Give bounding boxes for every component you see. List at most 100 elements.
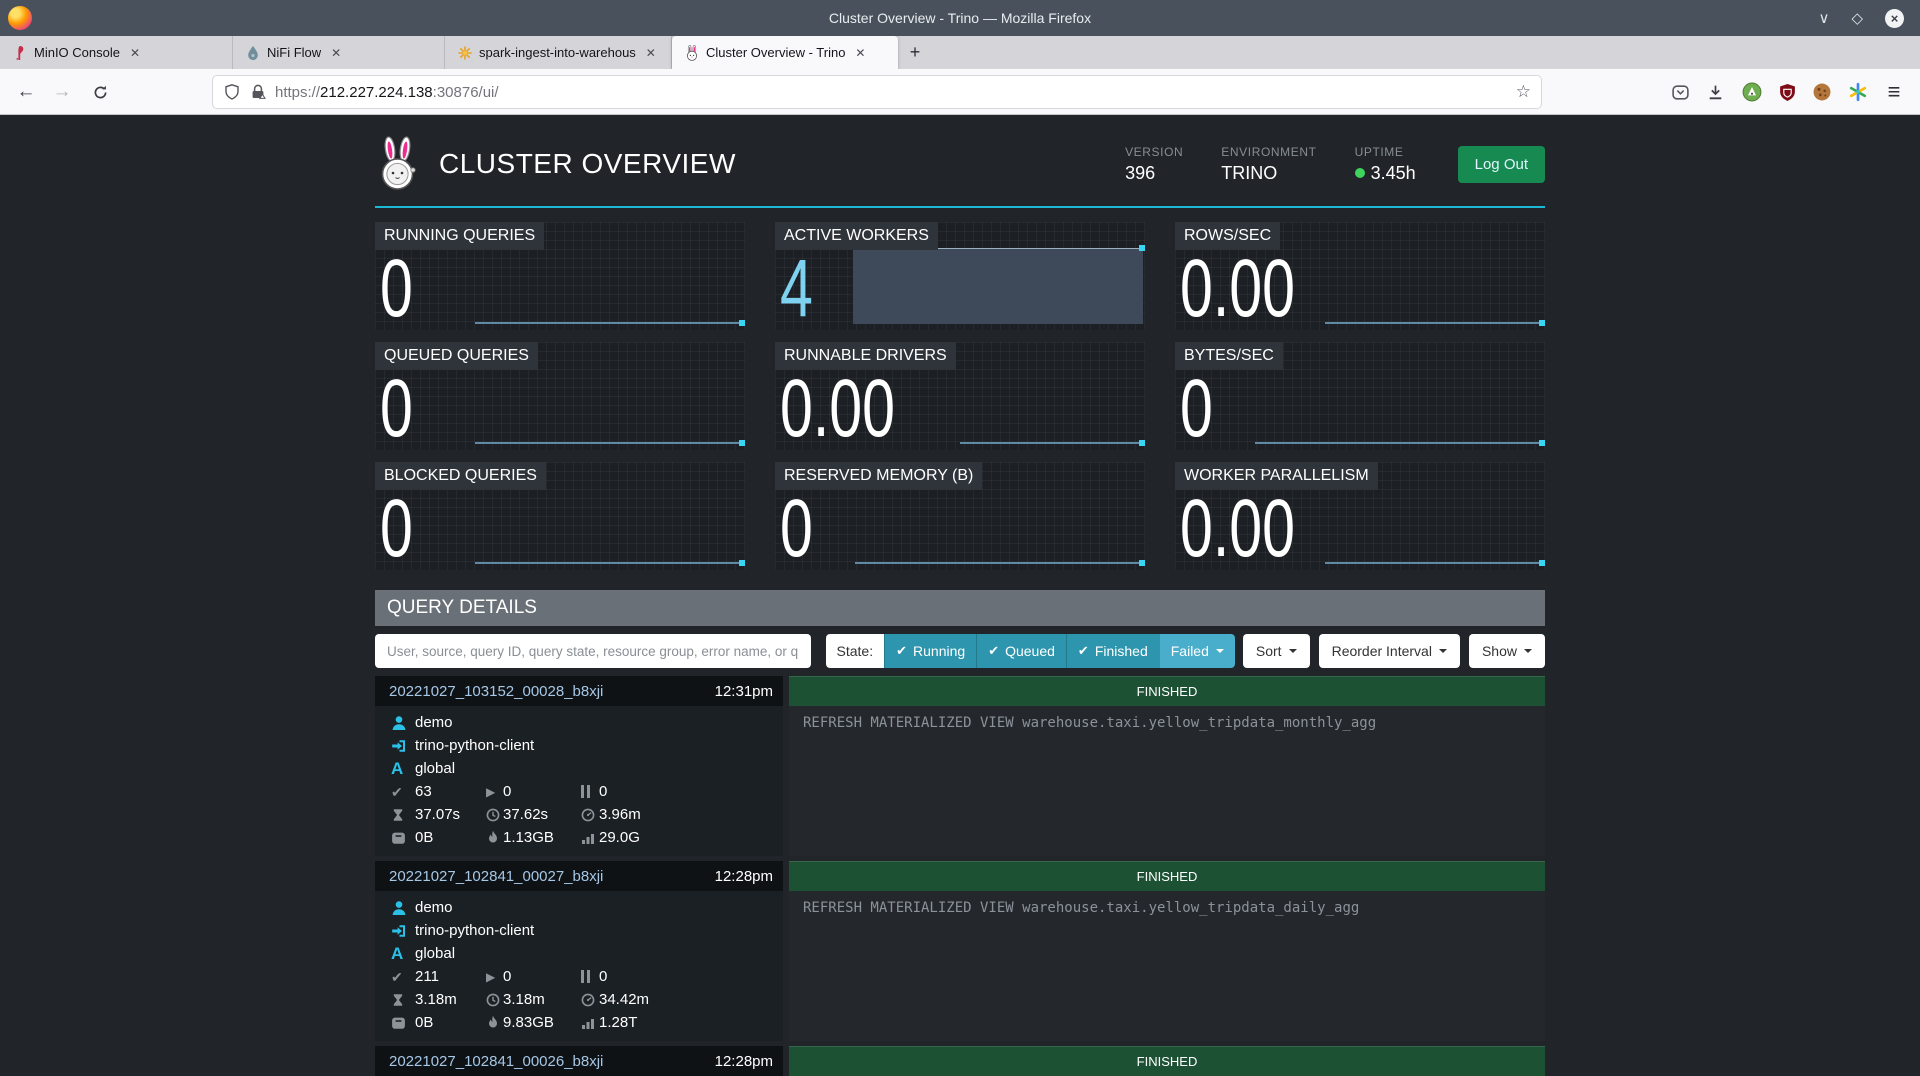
completed-splits: 211 [415, 965, 439, 988]
sparkline-dot [1539, 560, 1545, 566]
tab-title: NiFi Flow [267, 45, 321, 60]
version-value: 396 [1125, 163, 1183, 184]
environment-meta: ENVIRONMENT TRINO [1221, 145, 1316, 184]
sparkline-area [853, 248, 1143, 324]
completed-splits-icon: ✔ [391, 780, 403, 803]
filter-finished-button[interactable]: ✔Finished [1066, 634, 1159, 668]
tracking-shield-icon[interactable] [223, 83, 241, 101]
cumulative-bytes-icon [581, 826, 595, 849]
downloads-icon[interactable] [1701, 78, 1729, 106]
tab-minio-console[interactable]: MinIO Console ✕ [0, 36, 233, 69]
sparkline-dot [1539, 440, 1545, 446]
tab-close-icon[interactable]: ✕ [327, 44, 345, 62]
ublock-icon[interactable] [1773, 78, 1801, 106]
wall-time: 3.18m [415, 988, 457, 1011]
query-search-input[interactable] [375, 634, 811, 668]
cumulative-bytes-icon [581, 1011, 595, 1034]
maximize-icon[interactable]: ◇ [1851, 11, 1863, 26]
query-id-link[interactable]: 20221027_102841_00026_b8xji [389, 1053, 603, 1070]
tile-running-queries: RUNNING QUERIES 0 [375, 222, 745, 330]
tab-nifi-flow[interactable]: NiFi Flow ✕ [233, 36, 445, 69]
resource-group-icon: A [391, 942, 403, 965]
sort-dropdown[interactable]: Sort [1243, 634, 1310, 668]
tile-queued-queries: QUEUED QUERIES 0 [375, 342, 745, 450]
completed-splits-icon: ✔ [391, 965, 403, 988]
sparkline [475, 322, 743, 324]
check-icon: ✔ [896, 643, 907, 659]
query-id-link[interactable]: 20221027_102841_00027_b8xji [389, 868, 603, 885]
pocket-icon[interactable] [1666, 78, 1694, 106]
url-text[interactable]: https://212.227.224.138:30876/ui/ [275, 84, 499, 101]
new-tab-button[interactable]: + [898, 36, 932, 69]
query-time: 12:28pm [715, 868, 773, 885]
cpu-time-icon [486, 988, 500, 1011]
tab-bar: MinIO Console ✕ NiFi Flow ✕ spark-ingest… [0, 36, 1920, 69]
uptime-label: UPTIME [1355, 145, 1416, 159]
cumulative-memory: 3.96m [599, 803, 641, 826]
navigation-toolbar: ← → https://212.227.224.138:30876/ui/ ☆ … [0, 69, 1920, 115]
menu-hamburger-icon[interactable]: ≡ [1880, 78, 1908, 106]
uptime-meta: UPTIME 3.45h [1355, 145, 1416, 184]
show-dropdown[interactable]: Show [1469, 634, 1545, 668]
running-splits-icon: ▶ [486, 965, 495, 988]
tile-value: 0 [780, 491, 813, 566]
tab-close-icon[interactable]: ✕ [851, 44, 869, 62]
reload-icon [92, 84, 109, 101]
tile-value: 0.00 [1180, 251, 1295, 326]
current-memory: 0B [415, 1011, 433, 1034]
window-titlebar: Cluster Overview - Trino — Mozilla Firef… [0, 0, 1920, 36]
running-splits: 0 [503, 780, 511, 803]
cpu-time: 3.18m [503, 988, 545, 1011]
logout-button[interactable]: Log Out [1458, 146, 1545, 183]
check-icon: ✔ [988, 643, 999, 659]
reload-button[interactable] [84, 76, 116, 108]
tile-reserved-memory: RESERVED MEMORY (B) 0 [775, 462, 1145, 570]
query-source: trino-python-client [415, 919, 534, 942]
tile-value: 0 [1180, 371, 1213, 446]
cumulative-bytes: 1.28T [599, 1011, 637, 1034]
tab-spark-notebook[interactable]: spark-ingest-into-warehous ✕ [445, 36, 672, 69]
sparkline-dot [739, 560, 745, 566]
lock-warning-icon[interactable] [249, 83, 267, 101]
asterisk-extension-icon[interactable] [1844, 78, 1872, 106]
spark-notebook-icon [457, 45, 473, 61]
close-icon[interactable]: × [1885, 9, 1904, 28]
reorder-interval-dropdown[interactable]: Reorder Interval [1319, 634, 1460, 668]
running-splits-icon: ▶ [486, 780, 495, 803]
sparkline-dot [1139, 440, 1145, 446]
cumulative-memory-icon [581, 988, 595, 1011]
tab-cluster-overview-active[interactable]: Cluster Overview - Trino ✕ [672, 36, 898, 69]
tile-value: 0.00 [780, 371, 895, 446]
query-resource-group: global [415, 942, 455, 965]
minio-icon [12, 45, 28, 61]
current-memory-icon [391, 826, 406, 849]
cpu-time-icon [486, 803, 500, 826]
tile-value: 0 [380, 491, 413, 566]
uptime-status-dot [1355, 168, 1365, 178]
filter-queued-button[interactable]: ✔Queued [976, 634, 1066, 668]
tile-value: 0 [380, 371, 413, 446]
sparkline-dot [739, 320, 745, 326]
tab-close-icon[interactable]: ✕ [642, 44, 660, 62]
url-bar[interactable]: https://212.227.224.138:30876/ui/ ☆ [212, 75, 1542, 109]
bookmark-star-icon[interactable]: ☆ [1516, 82, 1531, 102]
back-button[interactable]: ← [10, 76, 42, 108]
privacy-badger-icon[interactable] [1738, 78, 1766, 106]
filter-failed-dropdown[interactable]: Failed [1159, 634, 1235, 668]
tab-title: spark-ingest-into-warehous [479, 45, 636, 60]
forward-button[interactable]: → [46, 76, 78, 108]
tile-label: BLOCKED QUERIES [375, 462, 546, 490]
trino-cluster-overview-page: CLUSTER OVERVIEW VERSION 396 ENVIRONMENT… [0, 116, 1920, 1042]
caret-down-icon [1439, 649, 1447, 653]
resource-group-icon: A [391, 757, 403, 780]
minimize-icon[interactable]: ∨ [1818, 11, 1829, 26]
peak-memory: 9.83GB [503, 1011, 554, 1034]
tab-close-icon[interactable]: ✕ [126, 44, 144, 62]
cookie-extension-icon[interactable] [1808, 78, 1836, 106]
query-id-link[interactable]: 20221027_103152_00028_b8xji [389, 683, 603, 700]
filter-running-button[interactable]: ✔Running [884, 634, 976, 668]
query-time: 12:31pm [715, 683, 773, 700]
sparkline [1325, 562, 1543, 564]
cumulative-memory: 34.42m [599, 988, 649, 1011]
query-id-cell: 20221027_102841_00026_b8xji 12:28pm [375, 1046, 783, 1076]
